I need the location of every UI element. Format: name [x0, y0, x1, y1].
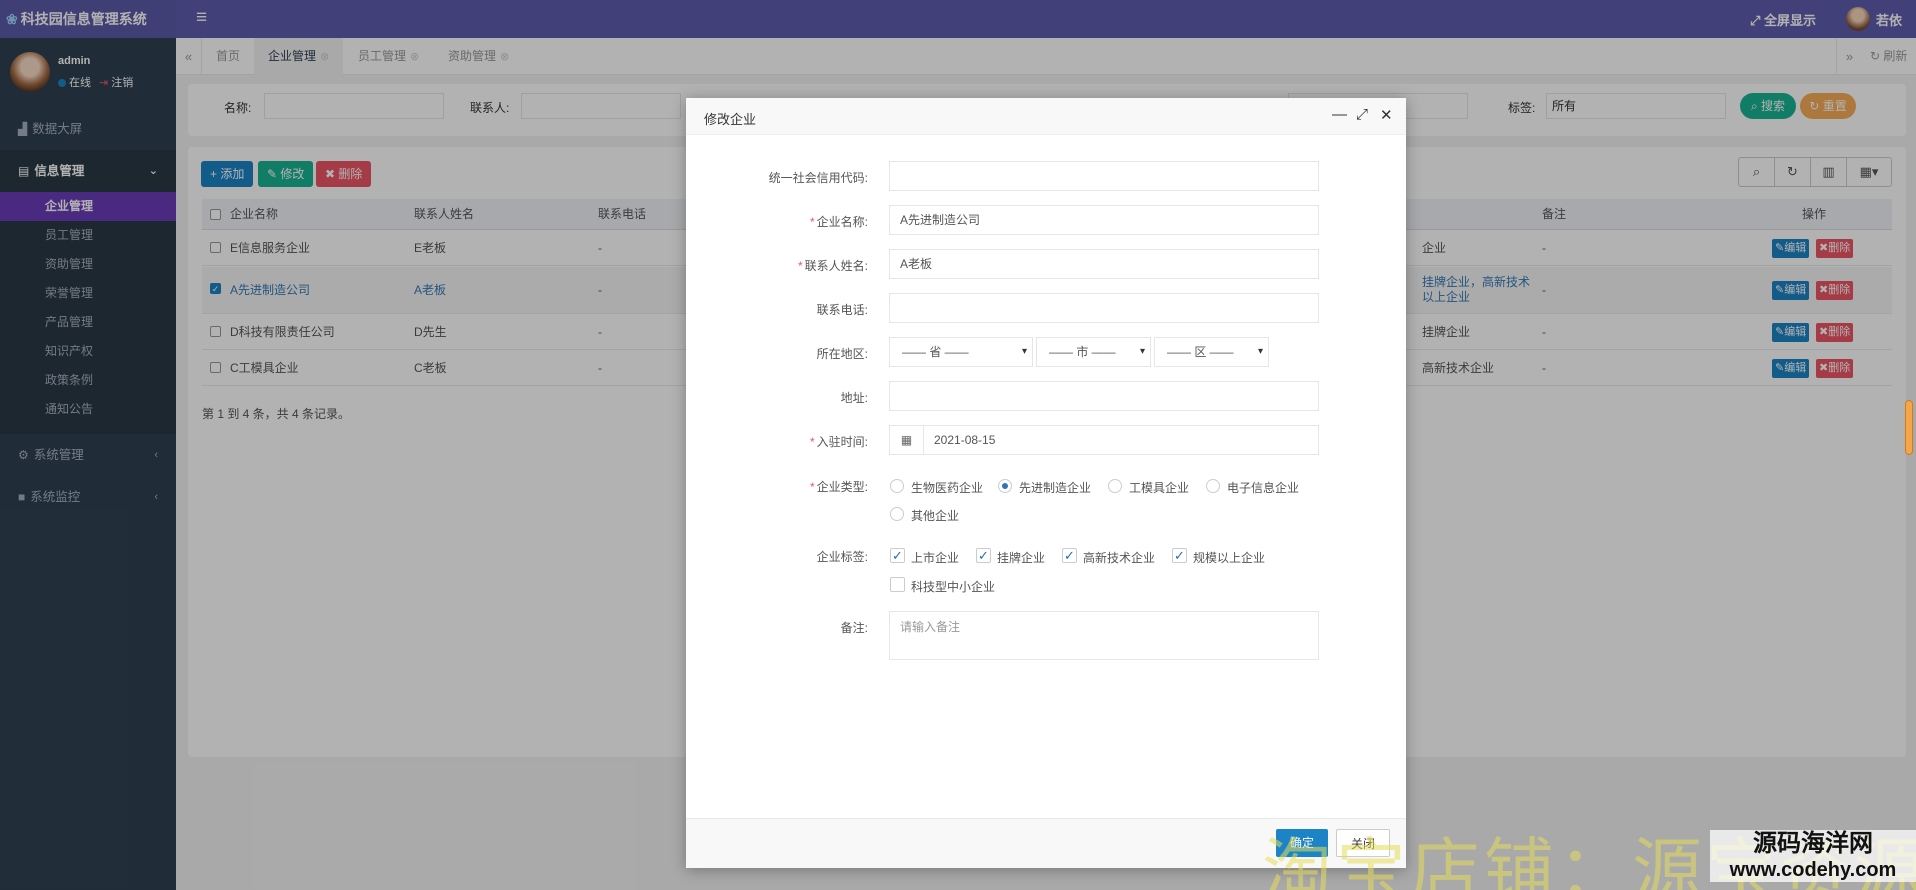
- tag-checkbox-listed[interactable]: ✓: [890, 548, 905, 563]
- phone-label: 联系电话:: [816, 303, 868, 317]
- tag-option-label[interactable]: 高新技术企业: [1083, 549, 1155, 566]
- remark-textarea[interactable]: 请输入备注: [889, 611, 1319, 660]
- remark-label: 备注:: [840, 621, 868, 635]
- tag-checkbox-quoted[interactable]: ✓: [976, 548, 991, 563]
- tag-checkbox-sme[interactable]: [890, 577, 905, 592]
- edit-company-dialog: 修改企业 — ⤢ ✕ 统一社会信用代码: * 企业名称: A先进制造公司 * 联系人…: [686, 98, 1406, 868]
- site-name: 源码海洋网: [1753, 830, 1873, 857]
- close-icon[interactable]: ✕: [1380, 106, 1393, 124]
- chevron-down-icon: ▾: [1139, 346, 1145, 357]
- type-option-label[interactable]: 工模具企业: [1129, 479, 1189, 496]
- type-option-label[interactable]: 电子信息企业: [1227, 479, 1299, 496]
- district-select[interactable]: —— 区 —— ▾: [1154, 337, 1269, 367]
- contact-name-label: * 联系人姓名:: [797, 259, 868, 273]
- tag-option-label[interactable]: 规模以上企业: [1193, 549, 1265, 566]
- credit-code-label: 统一社会信用代码:: [768, 171, 868, 185]
- address-input[interactable]: [889, 381, 1319, 411]
- company-name-input[interactable]: A先进制造公司: [889, 205, 1319, 235]
- dialog-header: 修改企业 — ⤢ ✕: [686, 98, 1406, 135]
- maximize-icon[interactable]: ⤢: [1356, 106, 1368, 123]
- phone-input[interactable]: [889, 293, 1319, 323]
- credit-code-input[interactable]: [889, 161, 1319, 191]
- dialog-title: 修改企业: [704, 112, 757, 127]
- region-label: 所在地区:: [816, 347, 868, 361]
- province-select[interactable]: —— 省 —— ▾: [889, 337, 1033, 367]
- site-url: www.codehy.com: [1729, 859, 1897, 881]
- chevron-down-icon: ▾: [1257, 346, 1263, 357]
- city-select[interactable]: —— 市 —— ▾: [1036, 337, 1151, 367]
- company-name-label: * 企业名称:: [809, 215, 868, 229]
- entry-time-input[interactable]: ▦ 2021-08-15: [889, 425, 1319, 455]
- minimize-icon[interactable]: —: [1332, 106, 1347, 123]
- company-type-label: * 企业类型:: [809, 480, 868, 494]
- type-option-label[interactable]: 生物医药企业: [911, 479, 983, 496]
- address-label: 地址:: [840, 391, 868, 405]
- tag-checkbox-scale[interactable]: ✓: [1172, 548, 1187, 563]
- type-radio-manufacturing[interactable]: [998, 479, 1012, 493]
- chevron-down-icon: ▾: [1021, 346, 1027, 357]
- type-radio-electronics[interactable]: [1206, 479, 1220, 493]
- page-scrollbar[interactable]: [1905, 400, 1913, 455]
- type-radio-tooling[interactable]: [1108, 479, 1122, 493]
- entry-time-label: * 入驻时间:: [809, 435, 868, 449]
- type-option-label[interactable]: 其他企业: [911, 507, 959, 524]
- type-radio-biomed[interactable]: [890, 479, 904, 493]
- contact-name-input[interactable]: A老板: [889, 249, 1319, 279]
- calendar-icon[interactable]: ▦: [890, 426, 924, 454]
- company-tags-label: 企业标签:: [816, 550, 868, 564]
- tag-option-label[interactable]: 上市企业: [911, 549, 959, 566]
- type-radio-other[interactable]: [890, 507, 904, 521]
- type-option-label[interactable]: 先进制造企业: [1019, 479, 1091, 496]
- site-watermark: 源码海洋网 www.codehy.com: [1710, 830, 1916, 882]
- tag-checkbox-hightech[interactable]: ✓: [1062, 548, 1077, 563]
- tag-option-label[interactable]: 科技型中小企业: [911, 578, 995, 595]
- tag-option-label[interactable]: 挂牌企业: [997, 549, 1045, 566]
